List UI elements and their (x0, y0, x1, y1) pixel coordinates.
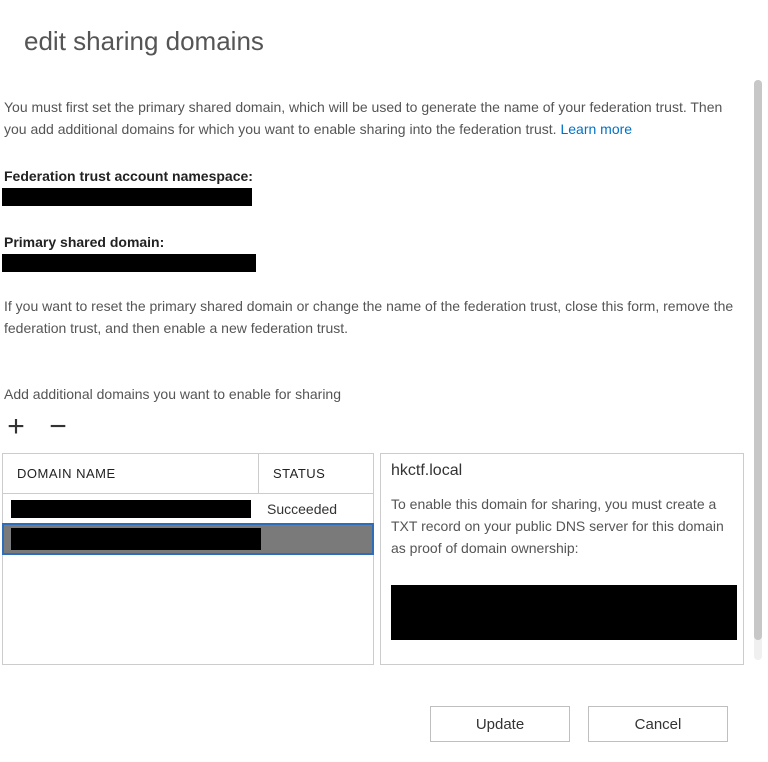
table-header: DOMAIN NAME STATUS (3, 454, 373, 494)
table-row[interactable]: Succeeded (3, 494, 373, 524)
scrollbar-thumb[interactable] (754, 80, 762, 640)
cell-status (259, 535, 373, 543)
vertical-scrollbar[interactable] (754, 80, 762, 660)
add-domains-label: Add additional domains you want to enabl… (4, 384, 740, 406)
dialog-footer: Update Cancel (0, 706, 746, 742)
domain-name-redacted (11, 500, 251, 518)
remove-domain-button[interactable]: − (44, 413, 72, 441)
reset-note: If you want to reset the primary shared … (4, 296, 740, 339)
page-title: edit sharing domains (24, 26, 744, 57)
detail-domain-title: hkctf.local (391, 462, 733, 480)
cell-domain-name (3, 524, 259, 554)
col-domain-name[interactable]: DOMAIN NAME (3, 454, 259, 493)
detail-instructions: To enable this domain for sharing, you m… (391, 494, 733, 559)
intro-text: You must first set the primary shared do… (4, 97, 740, 140)
txt-record-redacted (391, 585, 737, 640)
domain-detail-panel: hkctf.local To enable this domain for sh… (380, 453, 744, 665)
primary-domain-value-redacted (2, 254, 256, 272)
namespace-value-redacted (2, 188, 252, 206)
cell-domain-name (3, 496, 259, 522)
cell-status: Succeeded (259, 497, 373, 521)
domains-table: DOMAIN NAME STATUS Succeeded (2, 453, 374, 665)
primary-domain-label: Primary shared domain: (4, 234, 744, 250)
add-domain-button[interactable]: + (2, 413, 30, 441)
namespace-label: Federation trust account namespace: (4, 168, 744, 184)
table-row[interactable] (3, 524, 373, 554)
domain-name-redacted (11, 528, 261, 550)
cancel-button[interactable]: Cancel (588, 706, 728, 742)
learn-more-link[interactable]: Learn more (560, 121, 632, 137)
domain-toolbar: + − (2, 413, 744, 441)
col-status[interactable]: STATUS (259, 454, 373, 493)
update-button[interactable]: Update (430, 706, 570, 742)
